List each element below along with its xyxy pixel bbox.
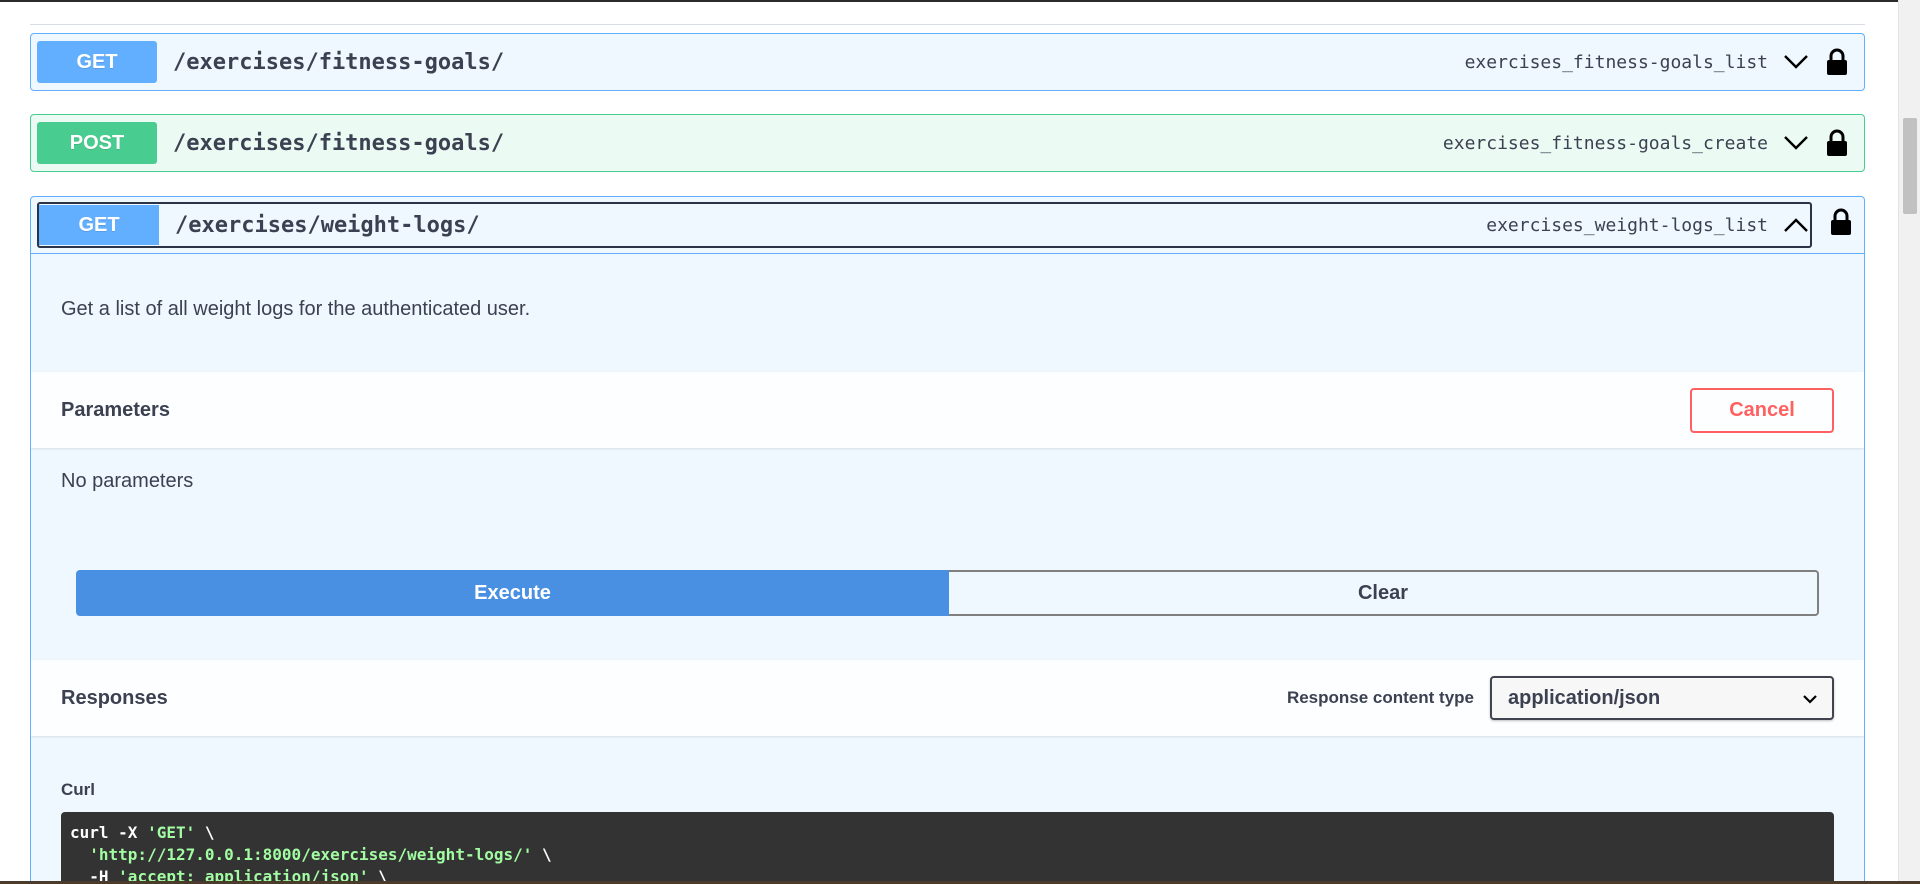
vertical-scrollbar[interactable] bbox=[1898, 0, 1920, 884]
chevron-down-icon bbox=[1802, 687, 1818, 710]
method-badge-get: GET bbox=[37, 41, 157, 83]
lock-icon[interactable] bbox=[1828, 207, 1854, 237]
chevron-down-icon[interactable] bbox=[1782, 48, 1810, 76]
lock-icon[interactable] bbox=[1824, 128, 1850, 158]
opblock-get-weight-logs: GET /exercises/weight-logs/ exercises_we… bbox=[30, 196, 1865, 884]
method-badge-get: GET bbox=[39, 205, 159, 245]
cancel-button[interactable]: Cancel bbox=[1690, 387, 1834, 433]
method-badge-post: POST bbox=[37, 122, 157, 164]
chevron-down-icon[interactable] bbox=[1782, 129, 1810, 157]
swagger-page: GET /exercises/fitness-goals/ exercises_… bbox=[0, 0, 1920, 884]
section-divider bbox=[30, 24, 1865, 25]
curl-line: curl -X 'GET' \ bbox=[70, 823, 215, 842]
no-parameters-text: No parameters bbox=[61, 470, 194, 492]
opblock-summary[interactable]: GET /exercises/fitness-goals/ exercises_… bbox=[31, 34, 1864, 90]
opblock-summary[interactable]: POST /exercises/fitness-goals/ exercises… bbox=[31, 115, 1864, 171]
execute-button[interactable]: Execute bbox=[76, 570, 949, 616]
response-content-type-select[interactable]: application/json bbox=[1490, 676, 1834, 720]
select-value: application/json bbox=[1508, 686, 1661, 709]
response-content-type-label: Response content type bbox=[1286, 688, 1474, 707]
endpoint-path[interactable]: /exercises/weight-logs/ bbox=[175, 213, 1486, 238]
scrollbar-thumb[interactable] bbox=[1903, 118, 1917, 214]
operation-id: exercises_fitness-goals_list bbox=[1464, 51, 1768, 73]
parameters-header: Parameters Cancel bbox=[31, 372, 1864, 448]
curl-section: Curl curl -X 'GET' \ 'http://127.0.0.1:8… bbox=[31, 736, 1864, 884]
responses-header: Responses Response content type applicat… bbox=[31, 660, 1864, 736]
curl-title: Curl bbox=[61, 780, 95, 799]
clear-button[interactable]: Clear bbox=[949, 570, 1819, 616]
execute-wrapper: Execute Clear bbox=[76, 570, 1819, 616]
window-top-border bbox=[0, 0, 1920, 2]
operation-id: exercises_weight-logs_list bbox=[1486, 214, 1768, 236]
chevron-up-icon[interactable] bbox=[1782, 211, 1810, 239]
operation-description: Get a list of all weight logs for the au… bbox=[61, 298, 531, 320]
responses-title: Responses bbox=[61, 686, 168, 709]
endpoint-path[interactable]: /exercises/fitness-goals/ bbox=[173, 131, 1443, 156]
opblock-get-fitness-goals: GET /exercises/fitness-goals/ exercises_… bbox=[30, 33, 1865, 91]
endpoint-path[interactable]: /exercises/fitness-goals/ bbox=[173, 50, 1465, 75]
lock-icon[interactable] bbox=[1824, 47, 1850, 77]
curl-line: 'http://127.0.0.1:8000/exercises/weight-… bbox=[89, 845, 552, 864]
opblock-body: Get a list of all weight logs for the au… bbox=[31, 253, 1864, 884]
opblock-summary[interactable]: GET /exercises/weight-logs/ exercises_we… bbox=[37, 202, 1812, 248]
opblock-post-fitness-goals: POST /exercises/fitness-goals/ exercises… bbox=[30, 114, 1865, 172]
operation-id: exercises_fitness-goals_create bbox=[1442, 132, 1768, 154]
parameters-title: Parameters bbox=[61, 398, 170, 421]
parameters-body: No parameters Execute Clear bbox=[31, 448, 1864, 660]
curl-command-block[interactable]: curl -X 'GET' \ 'http://127.0.0.1:8000/e… bbox=[61, 812, 1834, 884]
